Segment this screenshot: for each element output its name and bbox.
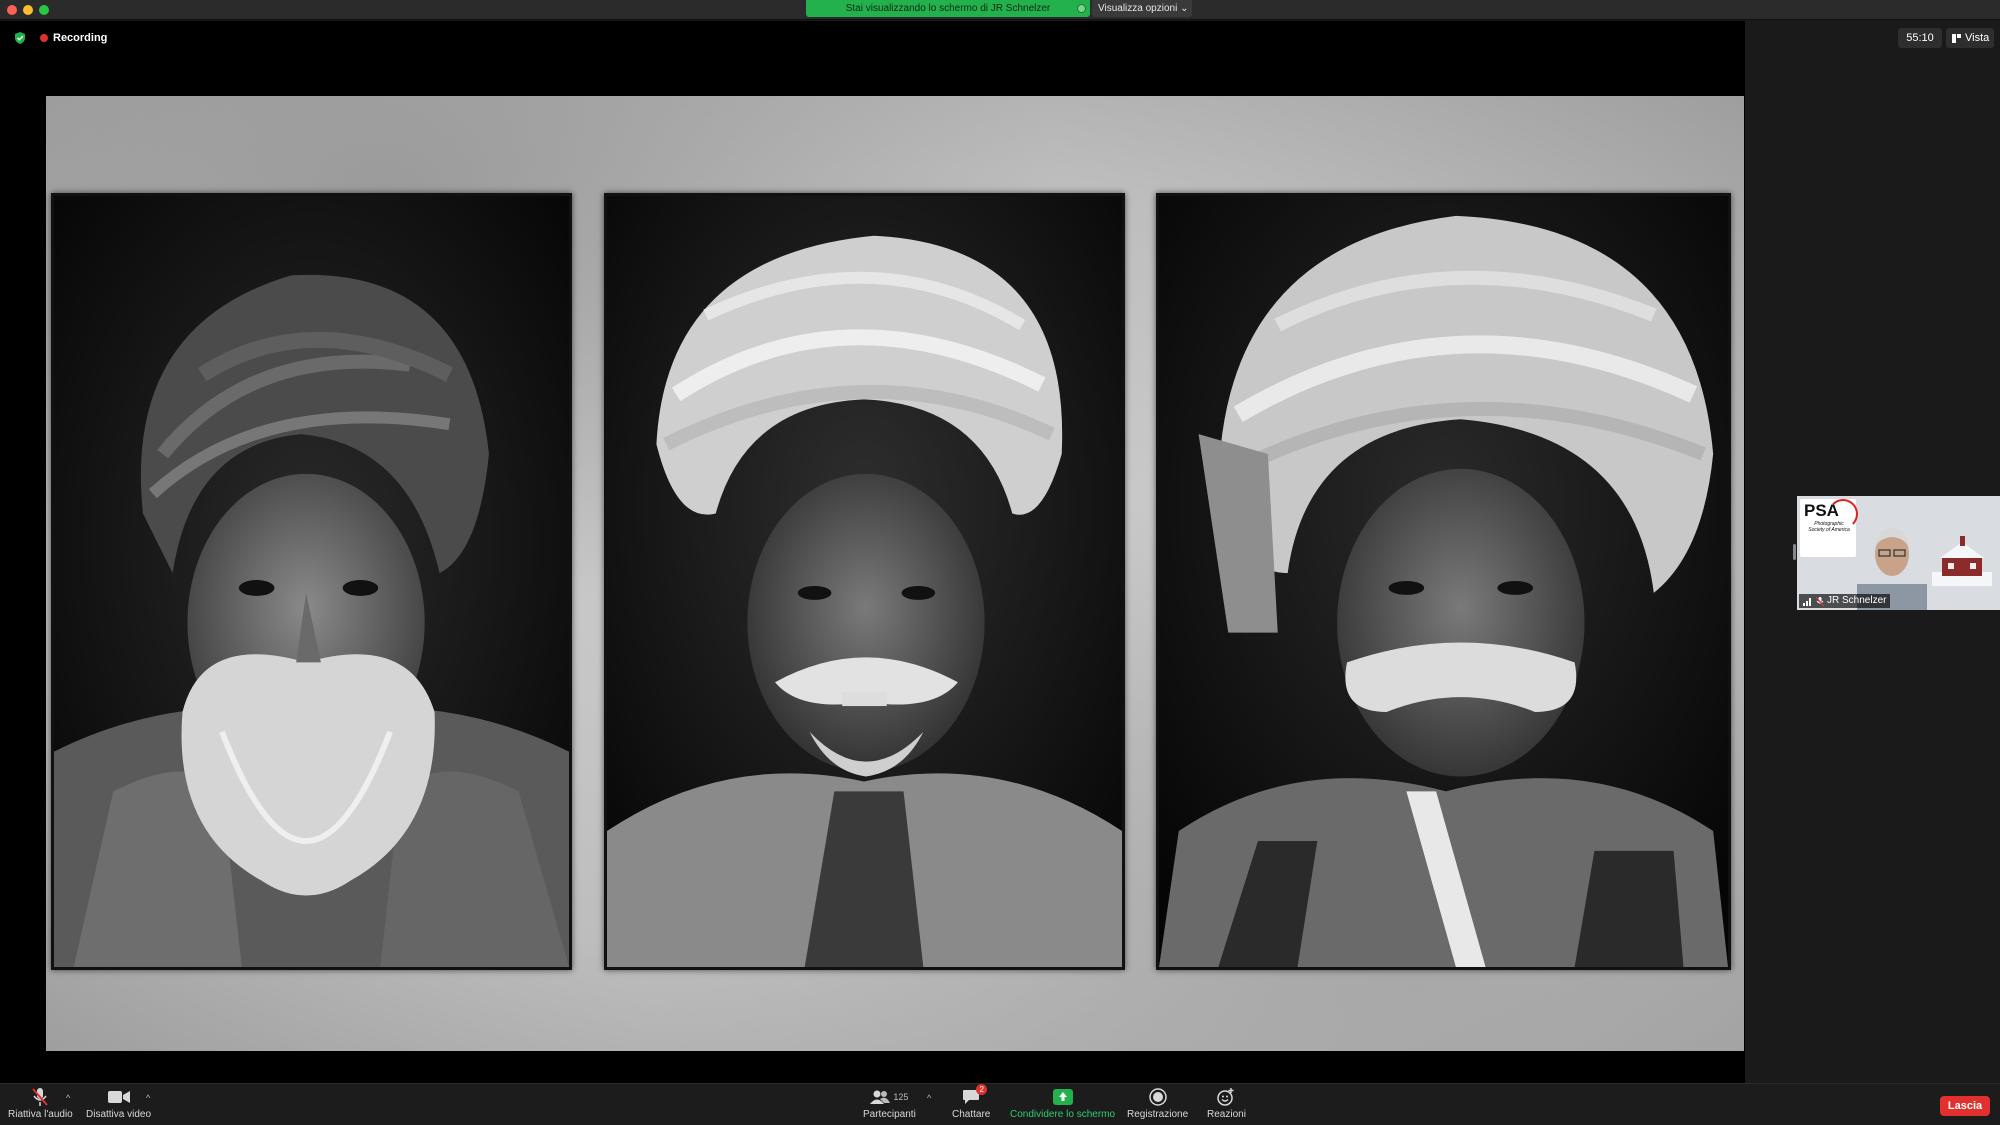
view-label: Vista [1965,32,1990,44]
chat-button[interactable]: 2 Chattare [952,1084,991,1120]
view-button[interactable]: Vista [1946,28,1994,48]
background-house-image [1932,536,1992,586]
portrait-1-image [54,196,569,967]
portrait-2-image [607,196,1122,967]
signal-strength-icon [1803,597,1811,606]
psa-logo: PSA Photographic Society of America [1800,499,1858,557]
reactions-label: Reazioni [1207,1109,1246,1120]
fullscreen-window-button[interactable] [39,5,49,15]
leave-meeting-button[interactable]: Lascia [1940,1096,1990,1116]
minimize-window-button[interactable] [23,5,33,15]
unmute-audio-button[interactable]: Riattiva l'audio [8,1087,73,1120]
title-bar: Stai visualizzando lo schermo di JR Schn… [0,0,2000,20]
participant-video-tile[interactable]: PSA Photographic Society of America JR S… [1797,496,2000,610]
recording-label: Recording [53,32,108,44]
share-label: Condividere lo schermo [1010,1109,1116,1120]
participants-icon [870,1090,891,1104]
portrait-photo-1 [51,193,572,970]
participants-count: 125 [893,1092,909,1102]
participants-button[interactable]: 125 Partecipanti [863,1087,916,1120]
portrait-photo-3 [1156,193,1731,970]
reactions-button[interactable]: Reazioni [1207,1087,1246,1120]
grid-view-icon [1952,33,1961,43]
view-options-label: Visualizza opzioni [1098,3,1178,14]
video-camera-icon [107,1091,130,1103]
screen-share-banner: Stai visualizzando lo schermo di JR Schn… [806,0,1090,17]
participants-label: Partecipanti [863,1109,916,1120]
close-window-button[interactable] [7,5,17,15]
logo-text: PSA [1804,501,1839,520]
video-options-caret-icon[interactable]: ^ [146,1093,150,1103]
zoom-meeting-window: Stai visualizzando lo schermo di JR Schn… [0,0,2000,1125]
share-screen-icon [1052,1089,1073,1105]
video-label: Disattiva video [86,1109,152,1120]
portrait-photo-2 [604,193,1125,970]
logo-subtext: Photographic Society of America [1808,521,1850,533]
recording-indicator[interactable]: Recording [40,32,107,44]
stop-video-button[interactable]: Disattiva video [86,1087,151,1120]
record-label: Registrazione [1127,1109,1189,1120]
mic-muted-icon [1816,596,1824,606]
meeting-toolbar: Riattiva l'audio ^ Disattiva video ^ 125… [0,1083,2000,1125]
shared-screen [0,21,1745,1083]
participants-options-caret-icon[interactable]: ^ [927,1093,931,1103]
view-options-button[interactable]: Visualizza opzioni ⌄ [1092,0,1192,17]
audio-options-caret-icon[interactable]: ^ [66,1093,70,1103]
smiley-plus-icon [1217,1088,1234,1106]
portrait-3-image [1159,196,1728,967]
security-shield-icon[interactable] [13,31,27,45]
record-icon [1148,1088,1167,1106]
meeting-timer: 55:10 [1898,28,1942,48]
mic-muted-icon [32,1088,49,1106]
chat-label: Chattare [952,1109,991,1120]
chevron-down-icon: ⌄ [1180,3,1189,14]
share-banner-text: Stai visualizzando lo schermo di JR Schn… [845,3,1051,14]
chat-unread-badge: 2 [976,1084,988,1095]
participant-name-label: JR Schnelzer [1799,594,1891,608]
presentation-slide [46,96,1744,1051]
record-button[interactable]: Registrazione [1127,1087,1188,1120]
share-screen-button[interactable]: Condividere lo schermo [1010,1087,1115,1120]
participant-name: JR Schnelzer [1827,595,1887,606]
share-status-icon [1077,4,1086,13]
record-dot-icon [40,34,48,42]
audio-label: Riattiva l'audio [8,1109,73,1120]
video-panel-drag-handle[interactable] [1793,544,1796,560]
